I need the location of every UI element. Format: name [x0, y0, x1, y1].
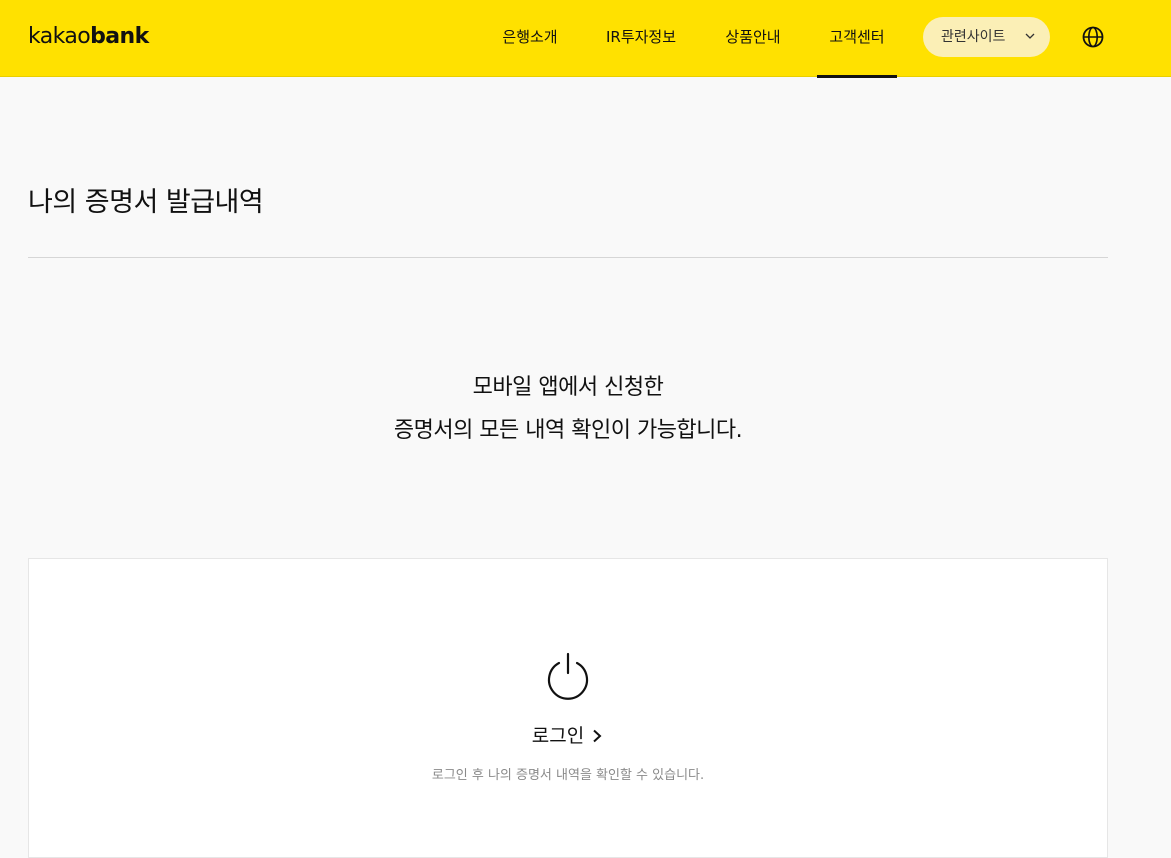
nav-item-ir[interactable]: IR투자정보	[598, 0, 684, 77]
site-header: kakaobank 은행소개 IR투자정보 상품안내 고객센터 관련사이트	[0, 0, 1171, 78]
login-label: 로그인	[531, 725, 585, 747]
power-icon	[547, 652, 589, 700]
notice-text: 모바일 앱에서 신청한 증명서의 모든 내역 확인이 가능합니다.	[28, 366, 1108, 452]
nav-item-products[interactable]: 상품안내	[714, 0, 792, 77]
login-link[interactable]: 로그인	[29, 721, 1107, 751]
page-title: 나의 증명서 발급내역	[28, 187, 264, 218]
title-divider	[28, 257, 1108, 258]
related-sites-button[interactable]: 관련사이트	[923, 17, 1050, 57]
notice-line-1: 모바일 앱에서 신청한	[472, 375, 664, 400]
chevron-right-icon	[593, 729, 602, 743]
login-description: 로그인 후 나의 증명서 내역을 확인할 수 있습니다.	[431, 768, 705, 783]
notice-line-2: 증명서의 모든 내역 확인이 가능합니다.	[393, 418, 743, 443]
nav-item-about[interactable]: 은행소개	[490, 0, 570, 77]
chevron-down-icon	[1025, 33, 1035, 39]
globe-icon[interactable]	[1080, 24, 1106, 50]
related-sites-label: 관련사이트	[941, 29, 1006, 45]
login-card: 로그인 로그인 후 나의 증명서 내역을 확인할 수 있습니다.	[28, 558, 1108, 858]
nav-item-customer-center[interactable]: 고객센터	[817, 0, 897, 78]
